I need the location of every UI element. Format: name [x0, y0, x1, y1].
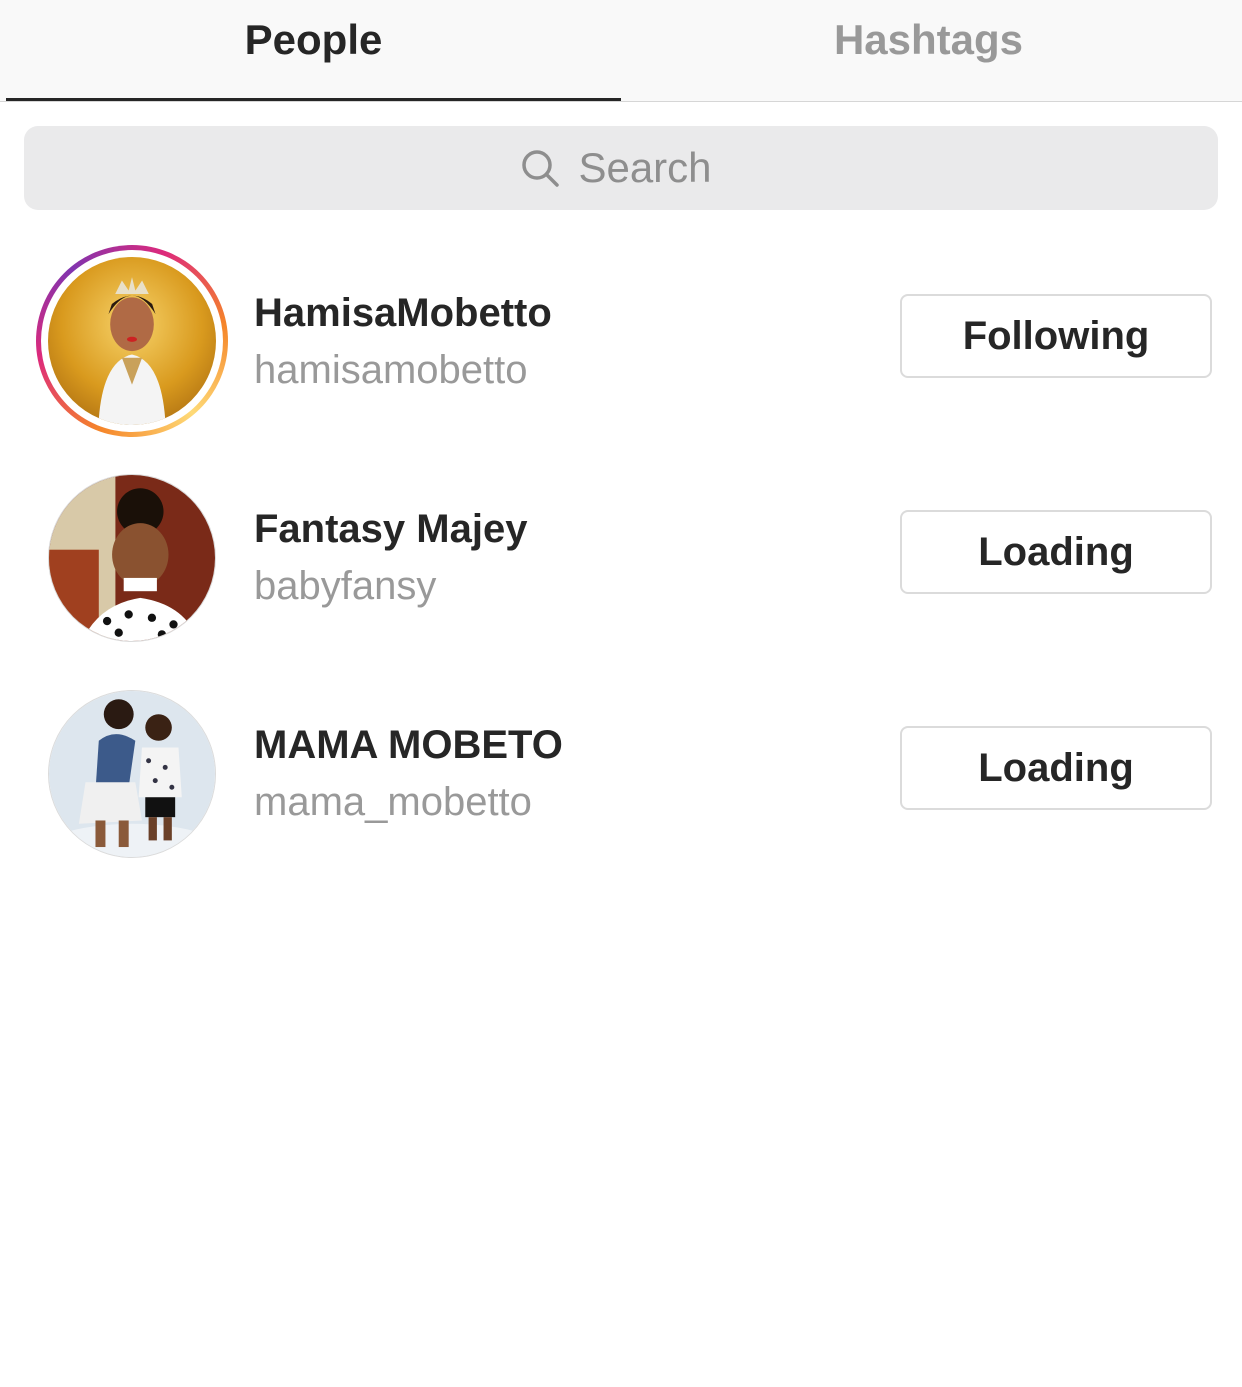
- loading-button[interactable]: Loading: [900, 510, 1212, 594]
- list-item[interactable]: MAMA MOBETO mama_mobetto Loading: [0, 690, 1242, 890]
- following-button[interactable]: Following: [900, 294, 1212, 378]
- story-ring[interactable]: [36, 245, 228, 437]
- avatar: [48, 474, 216, 642]
- active-tab-indicator: [6, 98, 621, 101]
- loading-button[interactable]: Loading: [900, 726, 1212, 810]
- search-input[interactable]: Search: [24, 126, 1218, 210]
- username: mama_mobetto: [254, 780, 532, 824]
- avatar: [48, 257, 216, 425]
- tab-bar: People Hashtags: [0, 0, 1242, 102]
- list-item[interactable]: Fantasy Majey babyfansy Loading: [0, 474, 1242, 674]
- username: hamisamobetto: [254, 348, 528, 392]
- display-name: MAMA MOBETO: [254, 723, 563, 767]
- display-name: HamisaMobetto: [254, 291, 552, 335]
- list-item[interactable]: HamisaMobetto hamisamobetto Following: [0, 245, 1242, 445]
- display-name: Fantasy Majey: [254, 507, 528, 551]
- username: babyfansy: [254, 564, 437, 608]
- avatar: [48, 690, 216, 858]
- tab-people[interactable]: People: [6, 0, 621, 100]
- search-placeholder: Search: [578, 144, 712, 191]
- search-icon: [522, 150, 560, 187]
- tab-hashtags[interactable]: Hashtags: [621, 0, 1236, 100]
